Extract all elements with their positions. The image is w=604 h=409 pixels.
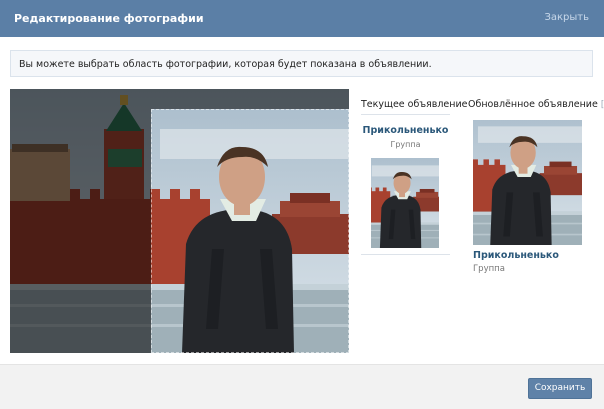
updated-ad-name[interactable]: Прикольненько — [473, 250, 559, 261]
crop-selection[interactable] — [151, 109, 349, 353]
updated-ad-type: Группа — [473, 264, 505, 274]
dialog-footer: Сохранить — [0, 364, 604, 409]
crop-shade-left — [10, 89, 151, 353]
dialog-title: Редактирование фотографии — [14, 12, 204, 25]
current-ad-image — [371, 158, 439, 248]
updated-ad-image — [473, 120, 582, 245]
current-ad-preview: Прикольненько Группа — [361, 114, 450, 255]
updated-ad-title-text: Обновлённое объявление — [468, 99, 598, 110]
photo-editor[interactable] — [10, 89, 349, 353]
save-button[interactable]: Сохранить — [528, 378, 592, 399]
updated-ad-title: Обновлённое объявление [?] — [468, 99, 604, 110]
dialog-header: Редактирование фотографии Закрыть — [0, 0, 604, 37]
close-link[interactable]: Закрыть — [544, 12, 589, 23]
current-ad-title: Текущее объявление — [361, 99, 468, 110]
info-notice: Вы можете выбрать область фотографии, ко… — [10, 50, 593, 77]
current-ad-name[interactable]: Прикольненько — [361, 125, 450, 136]
crop-shade-top — [151, 89, 349, 109]
current-ad-type: Группа — [390, 140, 421, 149]
notice-text: Вы можете выбрать область фотографии, ко… — [19, 59, 432, 70]
